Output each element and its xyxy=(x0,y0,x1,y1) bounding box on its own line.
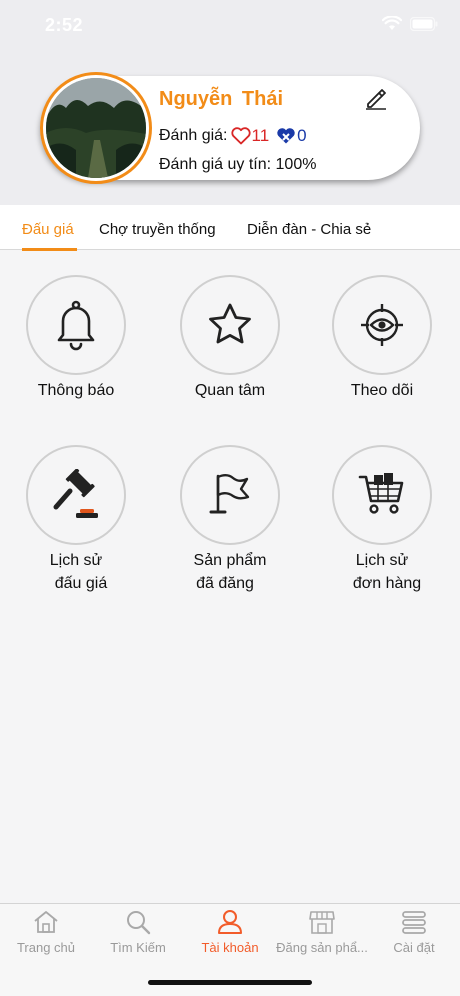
avatar-photo xyxy=(46,78,146,178)
settings-icon xyxy=(402,911,426,934)
menu-label-line2: đấu giá xyxy=(54,575,108,592)
tab-dau-gia[interactable]: Đấu giá xyxy=(22,221,74,238)
star-icon xyxy=(209,303,251,344)
menu-label: Quan tâm xyxy=(194,382,266,399)
menu-item-posted-products[interactable]: Sản phẩm đã đăng xyxy=(154,445,306,595)
rating-line: Đánh giá: 11 0 xyxy=(159,126,307,146)
tab-cho-truyen-thong[interactable]: Chợ truyền thống xyxy=(99,221,216,238)
tabbar-label: Tìm Kiếm xyxy=(110,940,166,955)
wifi-icon xyxy=(382,16,402,30)
menu-circle[interactable] xyxy=(180,445,280,545)
search-icon xyxy=(127,911,151,935)
menu-label: Lịch sử đấu giá xyxy=(0,549,152,595)
menu-circle[interactable] xyxy=(26,275,126,375)
tabbar-post-product[interactable]: Đăng sản phẩ... xyxy=(276,904,368,968)
menu-circle[interactable] xyxy=(26,445,126,545)
store-icon xyxy=(309,911,335,934)
menu-item-favorites[interactable]: Quan tâm xyxy=(154,275,306,402)
menu-label-line1: Lịch sử xyxy=(355,552,409,569)
menu-circle[interactable] xyxy=(332,445,432,545)
menu-circle[interactable] xyxy=(332,275,432,375)
trust-rating: Đánh giá uy tín: 100% xyxy=(159,156,317,173)
menu-label-line2: đã đăng xyxy=(196,575,254,592)
home-indicator[interactable] xyxy=(148,980,312,985)
heart-broken-icon[interactable] xyxy=(275,127,297,145)
menu-item-auction-history[interactable]: Lịch sử đấu giá xyxy=(0,445,152,595)
menu-label: Thông báo xyxy=(37,382,115,399)
menu-item-notifications[interactable]: Thông báo xyxy=(0,275,152,402)
heart-like-icon[interactable] xyxy=(230,127,251,145)
edit-pencil-icon[interactable] xyxy=(364,86,388,110)
menu-item-following[interactable]: Theo dõi xyxy=(306,275,458,402)
tabbar-label: Cài đặt xyxy=(393,940,435,955)
tabbar-label: Tài khoản xyxy=(201,940,259,955)
battery-icon xyxy=(410,16,438,31)
menu-label: Sản phẩm đã đăng xyxy=(154,549,306,595)
header: 2:52 Nguyễn Thái Đánh giá: 11 0 Đánh giá… xyxy=(0,0,460,205)
like-count: 11 xyxy=(251,126,270,145)
menu-label: Lịch sử đơn hàng xyxy=(306,549,458,595)
tabbar-account[interactable]: Tài khoản xyxy=(184,904,276,968)
menu-label: Theo dõi xyxy=(350,382,414,399)
menu-circle[interactable] xyxy=(180,275,280,375)
dislike-count: 0 xyxy=(297,126,307,145)
eye-target-icon xyxy=(361,304,403,346)
tabbar-label: Trang chủ xyxy=(16,940,76,955)
avatar[interactable] xyxy=(40,72,152,184)
menu-label-line1: Sản phẩm xyxy=(193,552,267,569)
category-tabs: Đấu giá Chợ truyền thống Diễn đàn - Chia… xyxy=(0,205,460,251)
rating-label: Đánh giá: xyxy=(159,127,228,144)
menu-label-line2: đơn hàng xyxy=(352,575,422,592)
menu-label-line1: Lịch sử xyxy=(49,552,103,569)
status-time: 2:52 xyxy=(45,15,84,35)
user-name: Nguyễn Thái xyxy=(159,88,284,110)
tabbar-search[interactable]: Tìm Kiếm xyxy=(92,904,184,968)
account-menu: Thông báo Quan tâm Theo dõi Lịch sử đấu … xyxy=(0,251,460,903)
tab-dien-dan[interactable]: Diễn đàn - Chia sẻ xyxy=(247,221,371,238)
status-bar: 2:52 xyxy=(0,0,460,50)
status-icons xyxy=(382,16,438,31)
user-icon xyxy=(218,910,242,934)
gavel-icon xyxy=(53,469,98,518)
tabbar-home[interactable]: Trang chủ xyxy=(0,904,92,968)
menu-item-order-history[interactable]: Lịch sử đơn hàng xyxy=(306,445,458,595)
home-icon xyxy=(34,911,58,933)
flag-icon xyxy=(209,474,250,514)
tabbar-settings[interactable]: Cài đặt xyxy=(368,904,460,968)
tabbar-label: Đăng sản phẩ... xyxy=(276,940,368,955)
shopping-cart-icon xyxy=(358,473,404,514)
bell-icon xyxy=(57,300,95,351)
